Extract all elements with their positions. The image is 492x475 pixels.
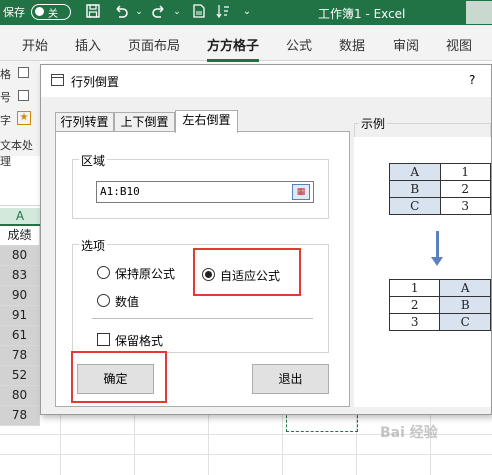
- autosave-label: 保存: [3, 6, 25, 19]
- example-label: 示例: [359, 115, 388, 132]
- table-cell: 1: [439, 163, 491, 181]
- table-cell: 3: [388, 313, 441, 331]
- autosave-toggle-state: 关: [48, 9, 58, 20]
- ribbon-checkbox[interactable]: [18, 67, 29, 78]
- cell[interactable]: 成绩: [0, 226, 40, 246]
- ribbon-partial-label: 字: [0, 114, 11, 127]
- table-cell: B: [389, 180, 441, 198]
- quick-access-icon[interactable]: [190, 3, 208, 21]
- undo-icon[interactable]: [112, 3, 130, 21]
- options-separator: [92, 318, 313, 319]
- ribbon-group-label: 文本处理: [0, 139, 33, 168]
- table-cell: 2: [388, 296, 441, 314]
- window-icon: [51, 74, 64, 86]
- keep-formula-label[interactable]: 保持原公式: [115, 265, 175, 282]
- table-row: 2B: [388, 296, 491, 314]
- autosave-toggle[interactable]: 关: [31, 4, 71, 20]
- keep-format-checkbox[interactable]: [97, 333, 110, 346]
- redo-icon[interactable]: [150, 3, 168, 21]
- undo-dropdown-icon[interactable]: ⌄: [130, 3, 148, 21]
- radio-keep-formula[interactable]: [97, 266, 110, 279]
- ribbon-partial-label: 号: [0, 91, 11, 104]
- table-cell: A: [389, 163, 441, 181]
- options-label: 选项: [79, 237, 108, 254]
- cell[interactable]: 80: [0, 386, 40, 406]
- save-icon[interactable]: [84, 3, 102, 21]
- cell[interactable]: 80: [0, 246, 40, 266]
- table-cell: A: [439, 279, 491, 297]
- tab-insert[interactable]: 插入: [75, 35, 101, 54]
- ribbon-tabs: 开始 插入 页面布局 方方格子 公式 数据 审阅 视图: [0, 25, 492, 62]
- account-avatar[interactable]: [466, 1, 492, 24]
- table-row: C3: [389, 197, 491, 215]
- range-select-icon[interactable]: ▦: [292, 184, 310, 200]
- example-after-table: 1A 2B 3C: [388, 279, 491, 331]
- tab-flip-horizontal[interactable]: 左右倒置: [175, 110, 238, 133]
- customize-qat-icon[interactable]: ⌄: [238, 3, 256, 21]
- tab-data[interactable]: 数据: [339, 35, 365, 54]
- highlight-annotation: [71, 351, 167, 403]
- ribbon-checkbox[interactable]: [18, 90, 29, 101]
- tab-ffcell[interactable]: 方方格子: [207, 35, 260, 62]
- cell[interactable]: 83: [0, 266, 40, 286]
- table-cell: C: [389, 197, 441, 215]
- table-row: A1: [389, 163, 491, 181]
- column-header-a[interactable]: A: [0, 208, 40, 226]
- help-button[interactable]: ?: [469, 73, 475, 87]
- tab-review[interactable]: 审阅: [393, 35, 419, 54]
- table-cell: B: [439, 296, 491, 314]
- cell[interactable]: 90: [0, 286, 40, 306]
- reverse-dialog: 行列倒置 ? 行列转置 上下倒置 左右倒置 区域 A1:B10 ▦ 选项 保持原…: [40, 64, 492, 415]
- window-title: 工作簿1 - Excel: [318, 7, 406, 21]
- table-row: 1A: [388, 279, 491, 297]
- tab-page-layout[interactable]: 页面布局: [128, 35, 180, 54]
- tab-transpose[interactable]: 行列转置: [55, 112, 114, 132]
- table-row: B2: [389, 180, 491, 198]
- table-cell: 2: [439, 180, 491, 198]
- value-only-label[interactable]: 数值: [115, 293, 139, 310]
- example-before-table: A1 B2 C3: [389, 163, 491, 215]
- table-cell: 3: [439, 197, 491, 215]
- cell[interactable]: 91: [0, 306, 40, 326]
- table-cell: C: [439, 313, 491, 331]
- exit-button[interactable]: 退出: [252, 364, 329, 394]
- name-box-area: [0, 166, 40, 206]
- tab-home[interactable]: 开始: [22, 35, 48, 54]
- cell[interactable]: 78: [0, 346, 40, 366]
- star-icon[interactable]: ★: [17, 111, 31, 125]
- table-cell: 1: [388, 279, 441, 297]
- tab-view[interactable]: 视图: [446, 35, 472, 54]
- tab-flip-vertical[interactable]: 上下倒置: [114, 112, 175, 132]
- watermark: Bai 经验: [380, 425, 438, 441]
- redo-dropdown-icon[interactable]: ⌄: [168, 3, 186, 21]
- cell[interactable]: 52: [0, 366, 40, 386]
- cell[interactable]: 78: [0, 406, 40, 426]
- dialog-title: 行列倒置: [71, 75, 120, 89]
- keep-format-label[interactable]: 保留格式: [115, 332, 163, 349]
- arrow-head-icon: [431, 257, 443, 266]
- toggle-knob: [35, 7, 44, 16]
- grid-line: [0, 454, 492, 455]
- excel-titlebar: 保存 关 ⌄ ⌄ ⌄ 工作簿1 - Excel: [0, 0, 492, 25]
- sort-icon[interactable]: [214, 3, 232, 21]
- tab-formulas[interactable]: 公式: [286, 35, 312, 54]
- area-label: 区域: [79, 152, 108, 169]
- cell[interactable]: 61: [0, 326, 40, 346]
- range-input[interactable]: A1:B10: [96, 181, 314, 203]
- highlight-annotation: [193, 248, 301, 296]
- radio-value-only[interactable]: [97, 294, 110, 307]
- table-row: 3C: [388, 313, 491, 331]
- dialog-titlebar[interactable]: 行列倒置 ?: [41, 65, 491, 97]
- ribbon-body: 格 号 字 ★ 文本处理: [0, 61, 40, 168]
- ribbon-partial-label: 格: [0, 68, 11, 81]
